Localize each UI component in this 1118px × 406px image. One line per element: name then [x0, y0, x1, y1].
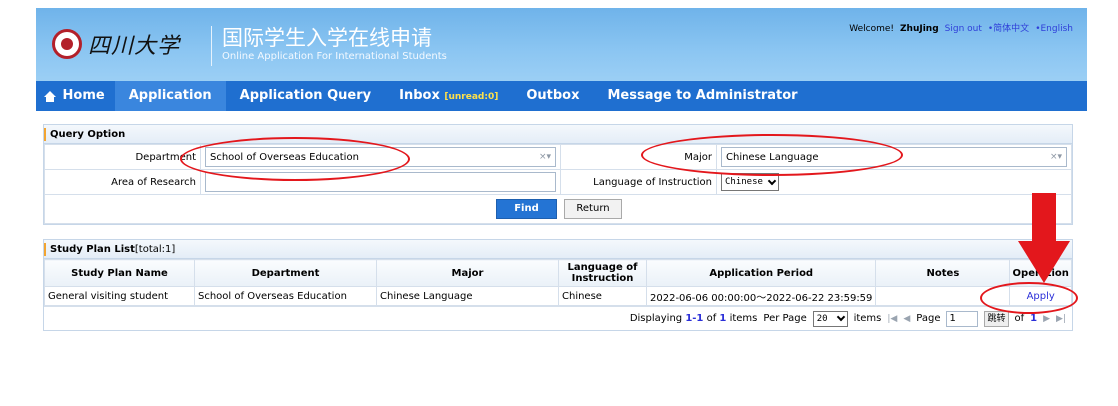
welcome-prefix: Welcome! [849, 24, 895, 34]
jump-button[interactable]: 跳转 [984, 310, 1009, 327]
department-clear-dropdown-icon[interactable]: ×▾ [539, 152, 551, 162]
chevron-down-icon [836, 312, 845, 322]
query-panel: Query Option Department School of Overse… [43, 124, 1073, 225]
return-button[interactable]: Return [564, 199, 622, 219]
university-logo[interactable]: 四川大学 [52, 28, 180, 60]
page-number-input[interactable]: 1 [946, 310, 979, 327]
header-divider [211, 26, 212, 66]
username: ZhuJing [900, 24, 939, 34]
lang-en-link[interactable]: •English [1035, 24, 1073, 34]
site-header: 四川大学 国际学生入学在线申请 Online Application For I… [36, 8, 1087, 88]
nav-message-admin[interactable]: Message to Administrator [593, 81, 811, 111]
page-label: Page [916, 313, 941, 324]
pager-displaying: Displaying [629, 313, 683, 324]
sign-out-link[interactable]: Sign out [945, 24, 982, 34]
red-down-arrow-icon [1018, 193, 1070, 283]
welcome-bar: Welcome! ZhuJing Sign out •简体中文 •English [849, 21, 1073, 34]
per-page-items: items [853, 313, 882, 324]
nav-application[interactable]: Application [114, 81, 226, 111]
system-title-en: Online Application For International Stu… [222, 51, 447, 62]
cell-language: Chinese [558, 286, 647, 306]
col-application-period: Application Period [645, 259, 877, 287]
col-department: Department [194, 259, 377, 287]
find-button[interactable]: Find [496, 199, 557, 219]
cell-period: 2022-06-06 00:00:00～2022-06-22 23:59:59 [645, 286, 877, 306]
lang-cn-link[interactable]: •简体中文 [988, 21, 1029, 34]
table-header-row: Study Plan Name Department Major Languag… [44, 259, 1072, 287]
cell-major: Chinese Language [376, 286, 559, 306]
pagination-bar: Displaying 1-1 of 1 items Per Page 20 it… [44, 306, 1072, 330]
pager-items: items [729, 313, 758, 324]
per-page-value: 20 [816, 313, 828, 324]
nav-home-label: Home [62, 88, 105, 103]
main-nav: Home Application Application Query Inbox… [36, 81, 1087, 111]
study-plan-total: [total:1] [134, 244, 176, 255]
last-page-icon[interactable]: ▶| [1056, 314, 1066, 324]
department-label: Department [44, 144, 201, 170]
system-title-cn: 国际学生入学在线申请 [222, 26, 432, 50]
nav-application-query[interactable]: Application Query [226, 81, 385, 111]
query-buttons: Find Return [44, 195, 1072, 224]
pager-count: 1 [719, 313, 727, 324]
table-row: General visiting student School of Overs… [44, 286, 1072, 306]
pager-of2: of [1014, 313, 1025, 324]
pager-total-pages: 1 [1030, 313, 1038, 324]
per-page-select[interactable]: 20 [812, 310, 848, 327]
nav-inbox-label: Inbox [399, 88, 440, 103]
col-major: Major [376, 259, 559, 287]
pager-summary: Displaying 1-1 of 1 items [630, 313, 758, 324]
major-highlight-ellipse [641, 134, 903, 176]
department-highlight-ellipse [180, 137, 410, 181]
research-label: Area of Research [44, 169, 201, 195]
university-seal-icon [52, 29, 82, 59]
pager-of: of [706, 313, 717, 324]
col-study-plan-name: Study Plan Name [44, 259, 195, 287]
chevron-down-icon [767, 176, 777, 185]
page-root: 四川大学 国际学生入学在线申请 Online Application For I… [0, 0, 1118, 406]
system-title: 国际学生入学在线申请 Online Application For Intern… [222, 26, 447, 64]
university-name: 四川大学 [88, 34, 181, 59]
apply-highlight-ellipse [980, 282, 1078, 314]
nav-inbox[interactable]: Inbox [unread:0] [385, 81, 512, 111]
col-notes: Notes [875, 259, 1011, 287]
home-icon [44, 91, 56, 102]
next-page-icon[interactable]: ▶ [1043, 314, 1050, 324]
query-panel-title: Query Option [44, 125, 1072, 144]
instruction-value: Chinese [725, 177, 763, 187]
instruction-label: Language of Instruction [560, 169, 717, 195]
study-plan-title-text: Study Plan List [50, 244, 135, 255]
unread-badge: [unread:0] [444, 92, 499, 102]
col-language: Language of Instruction [558, 259, 647, 287]
study-plan-panel: Study Plan List[total:1] Study Plan Name… [43, 239, 1073, 331]
cell-name: General visiting student [44, 286, 195, 306]
nav-home[interactable]: Home [36, 81, 115, 111]
cell-department: School of Overseas Education [194, 286, 377, 306]
pager-range: 1-1 [685, 313, 704, 324]
nav-outbox[interactable]: Outbox [512, 81, 593, 111]
prev-page-icon[interactable]: ◀ [903, 314, 910, 324]
first-page-icon[interactable]: |◀ [887, 314, 897, 324]
study-plan-title: Study Plan List[total:1] [44, 240, 1072, 259]
study-plan-table: Study Plan Name Department Major Languag… [44, 259, 1072, 306]
major-clear-dropdown-icon[interactable]: ×▾ [1050, 152, 1062, 162]
per-page-label: Per Page [763, 313, 807, 324]
